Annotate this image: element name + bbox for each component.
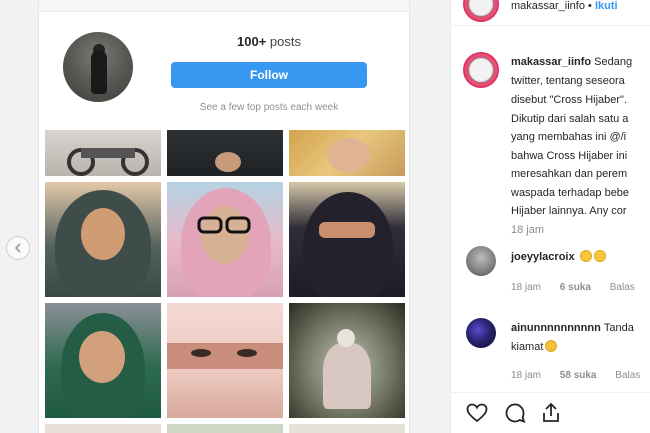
header-user-line: makassar_iinfo • Ikuti [511,0,618,12]
comment-likes[interactable]: 6 suka [560,282,591,293]
comment-timestamp: 18 jam [511,370,542,381]
post-header: makassar_iinfo • Ikuti [451,0,650,26]
posts-count: 100+ posts [237,34,301,49]
carousel-prev-button[interactable] [6,236,30,260]
grid-photo[interactable] [45,130,161,176]
profile-screenshot: 100+ posts Follow See a few top posts ea… [38,0,410,433]
comment-reply-link[interactable]: Balas [610,282,635,293]
comment-username[interactable]: ainunnnnnnnnnn [511,322,601,334]
header-follow-link[interactable]: Ikuti [595,0,618,12]
profile-avatar [63,32,133,102]
caption-line: twitter, tentang seseora [511,75,625,87]
grid-photo[interactable] [289,130,405,176]
caption-avatar[interactable] [463,52,499,88]
follow-button[interactable]: Follow [171,62,367,88]
post-panel: makassar_iinfo • Ikuti makassar_iinfo Se… [450,0,650,433]
header-separator: • [584,0,595,12]
caption-first-text: Sedang [594,56,633,68]
chevron-left-icon [14,243,21,253]
heart-icon [466,403,488,423]
emoji-icon [545,340,558,352]
grid-photo[interactable] [45,182,161,297]
screenshot-top-strip [39,0,409,12]
caption-line: yang membahas ini @/i [511,131,627,143]
grid-photo[interactable] [167,424,283,433]
caption-line-first: makassar_iinfo Sedang [511,56,632,68]
comment-text-continued: kiamat [511,341,544,353]
photo-grid [45,130,405,433]
header-avatar[interactable] [463,0,499,22]
comment-reply-link[interactable]: Balas [615,370,640,381]
comment-likes[interactable]: 58 suka [560,370,597,381]
grid-photo[interactable] [45,303,161,418]
caption-line: waspada terhadap bebe [511,187,630,199]
caption-username[interactable]: makassar_iinfo [511,56,591,68]
comment-icon [505,403,526,423]
caption-timestamp: 18 jam [511,224,545,236]
grid-photo[interactable] [289,424,405,433]
comment-line: joeyylacroix [511,250,606,263]
comment-meta: 18 jam 6 suka Balas [511,282,650,293]
grid-photo[interactable] [167,182,283,297]
caption-line: Hijaber lainnya. Any cor [511,205,627,217]
like-button[interactable] [465,401,489,425]
posts-count-value: 100+ [237,34,267,49]
comment-meta: 18 jam 58 suka Balas [511,370,650,381]
header-username[interactable]: makassar_iinfo [511,0,585,12]
caption-line: meresahkan dan perem [511,168,628,180]
share-button[interactable] [539,401,563,425]
comment-username[interactable]: joeyylacroix [511,251,575,263]
comment-text: Tanda [603,322,634,334]
comment-avatar[interactable] [466,318,496,348]
comment-text-line: kiamat [511,340,558,353]
emoji-icon [579,250,592,262]
top-posts-note: See a few top posts each week [199,102,339,113]
comment-timestamp: 18 jam [511,282,542,293]
comment-line: ainunnnnnnnnnn Tanda [511,322,634,334]
grid-photo[interactable] [289,182,405,297]
comment-avatar[interactable] [466,246,496,276]
grid-photo[interactable] [289,303,405,418]
emoji-icon [593,250,606,262]
caption-line: disebut "Cross Hijaber". [511,94,628,106]
caption-line: Dikutip dari salah satu a [511,113,629,125]
grid-photo[interactable] [167,303,283,418]
post-actions-bar [451,392,650,433]
share-icon [543,402,559,422]
grid-photo[interactable] [167,130,283,176]
grid-photo[interactable] [45,424,161,433]
caption-line: bahwa Cross Hijaber ini [511,150,628,162]
comment-button[interactable] [503,401,527,425]
posts-count-label: posts [269,34,301,49]
